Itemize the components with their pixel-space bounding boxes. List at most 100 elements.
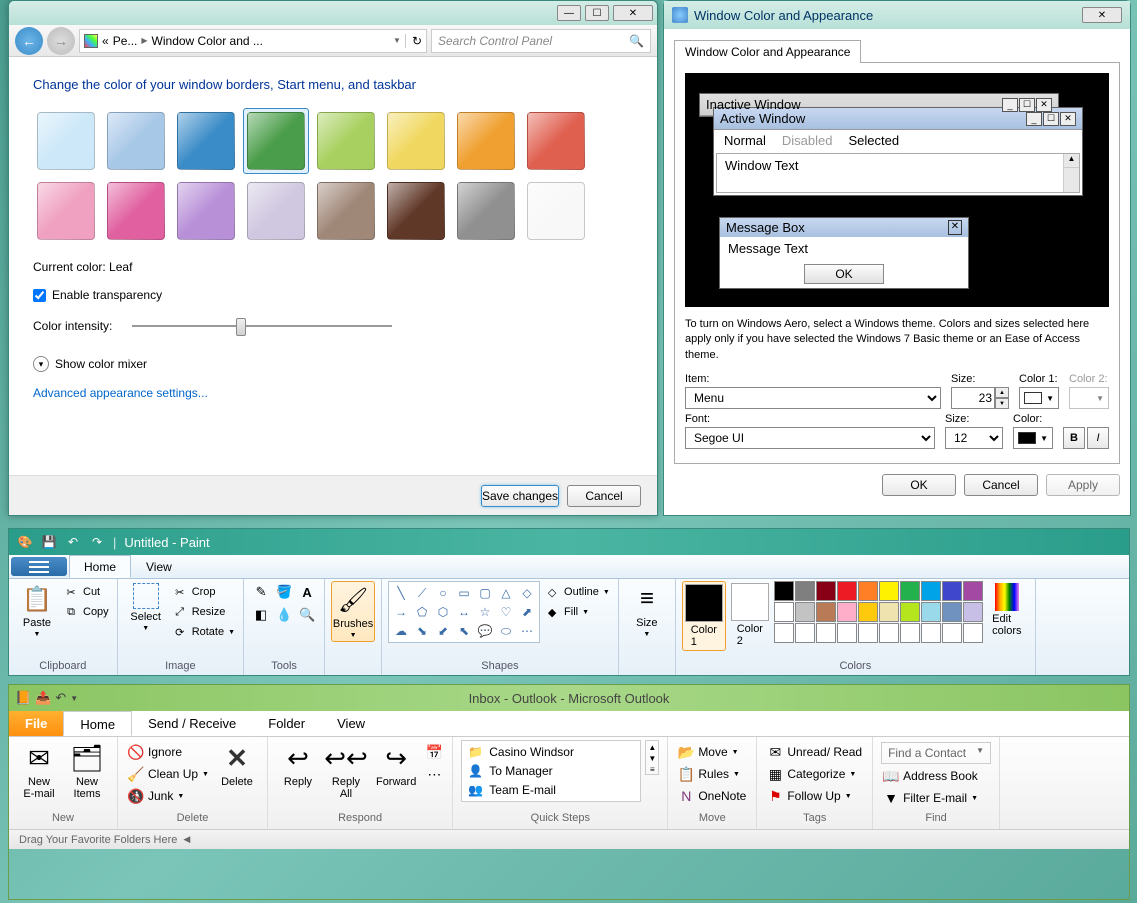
size-spinner[interactable]: ▲▼ bbox=[951, 387, 1009, 409]
rotate-button[interactable]: ⟳Rotate▼ bbox=[170, 623, 237, 641]
transparency-checkbox[interactable]: Enable transparency bbox=[33, 288, 633, 302]
palette-color[interactable] bbox=[858, 623, 878, 643]
save-button[interactable]: Save changes bbox=[481, 485, 559, 507]
more-respond-button[interactable]: ⋯ bbox=[424, 764, 444, 784]
crop-button[interactable]: ✂Crop bbox=[170, 583, 237, 601]
quickstep-item[interactable]: 📁Casino Windsor bbox=[464, 743, 638, 761]
palette-color[interactable] bbox=[858, 602, 878, 622]
color1-button[interactable]: Color 1 bbox=[682, 581, 726, 651]
eraser-tool[interactable]: ◧ bbox=[250, 604, 272, 626]
item-select[interactable]: Menu bbox=[685, 387, 941, 409]
undo-icon[interactable]: ↶ bbox=[55, 690, 66, 706]
copy-button[interactable]: ⧉Copy bbox=[61, 603, 111, 621]
checkbox-input[interactable] bbox=[33, 289, 46, 302]
palette-color[interactable] bbox=[963, 581, 983, 601]
rules-button[interactable]: 📋Rules▼ bbox=[676, 764, 748, 784]
delete-button[interactable]: ✕Delete bbox=[215, 740, 259, 790]
palette-color[interactable] bbox=[795, 602, 815, 622]
forward-button[interactable]: → bbox=[47, 27, 75, 55]
color-swatch[interactable] bbox=[453, 108, 519, 174]
color-swatch[interactable] bbox=[313, 108, 379, 174]
fill-button[interactable]: ◆Fill▼ bbox=[542, 603, 612, 621]
intensity-slider[interactable] bbox=[132, 316, 392, 336]
font-select[interactable]: Segoe UI bbox=[685, 427, 935, 449]
followup-button[interactable]: ⚑Follow Up▼ bbox=[765, 786, 864, 806]
palette-color[interactable] bbox=[837, 602, 857, 622]
search-input[interactable]: Search Control Panel 🔍 bbox=[431, 29, 651, 53]
forward-button[interactable]: ↪Forward bbox=[372, 740, 420, 790]
palette-color[interactable] bbox=[795, 623, 815, 643]
palette-color[interactable] bbox=[816, 602, 836, 622]
minimize-button[interactable]: — bbox=[557, 5, 581, 21]
color-swatch[interactable] bbox=[383, 108, 449, 174]
palette-color[interactable] bbox=[942, 602, 962, 622]
color-swatch[interactable] bbox=[33, 108, 99, 174]
tab-home[interactable]: Home bbox=[69, 555, 131, 578]
tab-send-receive[interactable]: Send / Receive bbox=[132, 711, 252, 736]
advanced-settings-link[interactable]: Advanced appearance settings... bbox=[33, 386, 633, 400]
palette-color[interactable] bbox=[879, 602, 899, 622]
palette-color[interactable] bbox=[921, 623, 941, 643]
color-swatch[interactable] bbox=[453, 178, 519, 244]
picker-tool[interactable]: 💧 bbox=[273, 604, 295, 626]
palette-color[interactable] bbox=[942, 581, 962, 601]
color-swatch[interactable] bbox=[523, 178, 589, 244]
palette-color[interactable] bbox=[837, 581, 857, 601]
bc-item[interactable]: Pe... bbox=[113, 34, 138, 48]
apply-button[interactable]: Apply bbox=[1046, 474, 1120, 496]
color-mixer-expander[interactable]: ▾ Show color mixer bbox=[33, 356, 633, 372]
palette-color[interactable] bbox=[774, 623, 794, 643]
edit-colors-button[interactable]: Edit colors bbox=[985, 581, 1029, 639]
cut-button[interactable]: ✂Cut bbox=[61, 583, 111, 601]
back-button[interactable]: ← bbox=[15, 27, 43, 55]
dropdown-icon[interactable]: ▼ bbox=[393, 36, 401, 45]
tab-appearance[interactable]: Window Color and Appearance bbox=[674, 40, 861, 63]
paste-button[interactable]: 📋Paste▼ bbox=[15, 581, 59, 640]
palette-color[interactable] bbox=[795, 581, 815, 601]
reply-button[interactable]: ↩Reply bbox=[276, 740, 320, 790]
qat-dropdown-icon[interactable]: ▼ bbox=[70, 694, 78, 703]
palette-color[interactable] bbox=[900, 623, 920, 643]
cancel-button[interactable]: Cancel bbox=[964, 474, 1038, 496]
fill-tool[interactable]: 🪣 bbox=[273, 581, 295, 603]
scroll-up-icon[interactable]: ▲ bbox=[646, 743, 658, 752]
palette-color[interactable] bbox=[879, 581, 899, 601]
tab-home[interactable]: Home bbox=[63, 711, 132, 736]
palette-color[interactable] bbox=[837, 623, 857, 643]
resize-button[interactable]: ⤢Resize bbox=[170, 603, 237, 621]
quickstep-item[interactable]: 👥Team E-mail bbox=[464, 781, 638, 799]
color-swatch[interactable] bbox=[33, 178, 99, 244]
meeting-button[interactable]: 📅 bbox=[424, 742, 444, 762]
send-receive-icon[interactable]: 📤 bbox=[35, 690, 51, 706]
tab-folder[interactable]: Folder bbox=[252, 711, 321, 736]
palette-color[interactable] bbox=[942, 623, 962, 643]
color-swatch[interactable] bbox=[103, 108, 169, 174]
palette-color[interactable] bbox=[921, 602, 941, 622]
refresh-icon[interactable]: ↻ bbox=[405, 34, 422, 48]
new-items-button[interactable]: 🗂New Items bbox=[65, 740, 109, 802]
find-contact-input[interactable]: Find a Contact▼ bbox=[881, 742, 991, 764]
color-swatch[interactable] bbox=[523, 108, 589, 174]
new-email-button[interactable]: ✉New E-mail bbox=[17, 740, 61, 802]
palette-color[interactable] bbox=[900, 581, 920, 601]
shapes-gallery[interactable]: ╲⟋○▭▢△◇ →⬠⬡↔☆♡⬈ ☁⬊⬋⬉💬⬭⋯ bbox=[388, 581, 540, 643]
spin-buttons[interactable]: ▲▼ bbox=[995, 387, 1009, 409]
categorize-button[interactable]: ▦Categorize▼ bbox=[765, 764, 864, 784]
pencil-tool[interactable]: ✎ bbox=[250, 581, 272, 603]
redo-icon[interactable]: ↷ bbox=[89, 534, 105, 550]
file-menu[interactable] bbox=[11, 557, 67, 576]
color-swatch[interactable] bbox=[173, 178, 239, 244]
cancel-button[interactable]: Cancel bbox=[567, 485, 641, 507]
unread-button[interactable]: ✉Unread/ Read bbox=[765, 742, 864, 762]
palette-color[interactable] bbox=[816, 581, 836, 601]
undo-icon[interactable]: ↶ bbox=[65, 534, 81, 550]
fcolor-picker[interactable]: ▼ bbox=[1013, 427, 1053, 449]
palette-color[interactable] bbox=[963, 602, 983, 622]
color-swatch[interactable] bbox=[243, 178, 309, 244]
tab-view[interactable]: View bbox=[321, 711, 381, 736]
palette-color[interactable] bbox=[963, 623, 983, 643]
tab-view[interactable]: View bbox=[131, 555, 187, 578]
bc-item[interactable]: Window Color and ... bbox=[152, 34, 263, 48]
italic-button[interactable]: I bbox=[1087, 427, 1109, 449]
chevron-left-icon[interactable]: ◀ bbox=[183, 834, 190, 845]
